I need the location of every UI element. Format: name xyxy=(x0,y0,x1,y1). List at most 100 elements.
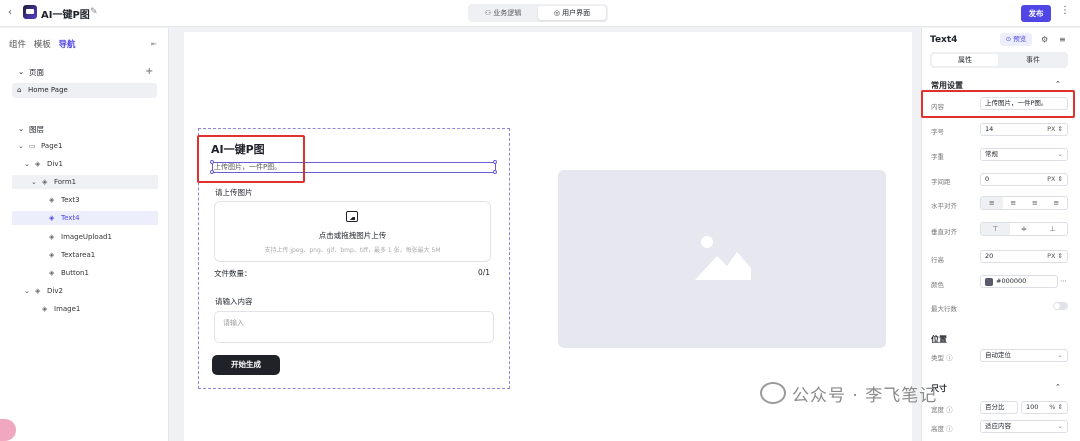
letter-spacing-input[interactable]: 0 PX ⇕ xyxy=(980,173,1068,186)
tree-item-label: Text3 xyxy=(61,196,80,204)
resize-handle[interactable] xyxy=(493,160,497,164)
width-input[interactable]: 100 % ⇕ xyxy=(1021,401,1068,414)
left-tabs: 组件 模板 导航 xyxy=(9,38,80,50)
content-input[interactable]: 上传图片，一件P图。 xyxy=(980,97,1068,110)
height-select[interactable]: 适应内容 ⌄ xyxy=(980,420,1068,433)
tree-item-label: Button1 xyxy=(61,269,89,277)
chevron-down-icon[interactable]: ⌄ xyxy=(24,157,30,171)
unit-px-label: PX xyxy=(1047,125,1056,133)
h-align-label: 水平对齐 xyxy=(931,202,957,210)
tree-item-page1[interactable]: ⌄ ▭ Page1 xyxy=(0,139,169,153)
panel-menu-icon[interactable]: ≡ xyxy=(1059,35,1066,44)
v-align-group: ⊤ ≑ ⊥ xyxy=(980,222,1068,236)
preview-label: 预览 xyxy=(1013,35,1027,43)
tree-item-text3[interactable]: ◈ Text3 xyxy=(0,193,169,207)
back-icon[interactable]: ‹ xyxy=(8,7,12,18)
tab-navigation[interactable]: 导航 xyxy=(58,40,75,50)
highlight-box xyxy=(197,135,305,183)
app-title: AI一键P图 xyxy=(41,10,90,21)
font-size-input[interactable]: 14 PX ⇕ xyxy=(980,123,1068,136)
collapse-panel-icon[interactable]: ⇤ xyxy=(151,40,157,48)
layer-icon: ◈ xyxy=(49,196,55,204)
align-top-icon[interactable]: ⊤ xyxy=(981,223,1010,235)
unit-px-label: PX xyxy=(1047,252,1056,260)
height-label: 高度 ⓘ xyxy=(931,423,953,433)
tree-item-imageupload1[interactable]: ◈ ImageUpload1 xyxy=(0,230,169,244)
chevron-down-icon: ⌄ xyxy=(1057,150,1063,158)
flow-icon: ⚇ xyxy=(484,9,494,17)
max-lines-label: 最大行数 xyxy=(931,305,957,313)
layer-icon: ◈ xyxy=(35,287,41,295)
position-type-text: 类型 xyxy=(931,354,944,362)
tab-events[interactable]: 事件 xyxy=(1000,54,1066,66)
textarea-label: 请输入内容 xyxy=(215,297,253,306)
tree-item-textarea1[interactable]: ◈ Textarea1 xyxy=(0,248,169,262)
info-icon: ⓘ xyxy=(946,425,953,433)
letter-spacing-value: 0 xyxy=(985,175,990,183)
letter-spacing-label: 字间距 xyxy=(931,178,951,186)
gear-icon[interactable]: ⚙ xyxy=(1041,35,1048,44)
tab-components[interactable]: 组件 xyxy=(9,40,26,50)
tab-business-logic[interactable]: ⚇ 业务逻辑 xyxy=(470,6,536,20)
pages-chevron-icon[interactable]: ⌄ xyxy=(18,67,24,76)
chevron-down-icon[interactable]: ⌄ xyxy=(31,175,37,189)
line-height-input[interactable]: 20 PX ⇕ xyxy=(980,250,1068,263)
content-textarea[interactable]: 请输入 xyxy=(214,311,494,343)
publish-button[interactable]: 发布 xyxy=(1021,5,1051,22)
height-text: 高度 xyxy=(931,425,944,433)
chevron-down-icon[interactable]: ⌄ xyxy=(24,284,30,298)
align-right-icon[interactable]: ≡ xyxy=(1024,197,1046,209)
tree-item-label: Image1 xyxy=(54,305,81,313)
tab-user-interface-label: 用户界面 xyxy=(562,9,591,17)
layers-chevron-icon[interactable]: ⌄ xyxy=(18,124,24,133)
position-type-select[interactable]: 自动定位 ⌄ xyxy=(980,349,1068,362)
color-label: 颜色 xyxy=(931,281,944,289)
tab-properties[interactable]: 属性 xyxy=(932,54,998,66)
generate-button[interactable]: 开始生成 xyxy=(212,355,280,375)
watermark-text: 公众号 · 李飞笔记 xyxy=(792,386,938,406)
align-bottom-icon[interactable]: ⊥ xyxy=(1038,223,1067,235)
tree-item-div2[interactable]: ⌄ ◈ Div2 xyxy=(0,284,169,298)
tab-templates[interactable]: 模板 xyxy=(34,40,51,50)
align-justify-icon[interactable]: ≡ xyxy=(1046,197,1068,209)
max-lines-toggle[interactable] xyxy=(1053,302,1068,310)
edit-title-icon[interactable]: ✎ xyxy=(90,7,98,17)
width-mode-select[interactable]: 百分比 xyxy=(980,401,1018,414)
file-count: 0/1 xyxy=(478,268,491,277)
layer-icon: ◈ xyxy=(49,214,55,222)
tree-item-button1[interactable]: ◈ Button1 xyxy=(0,266,169,280)
color-more-icon[interactable]: ⋯ xyxy=(1060,277,1067,285)
page-icon: ▭ xyxy=(29,142,36,150)
resize-handle[interactable] xyxy=(493,170,497,174)
layer-icon: ◈ xyxy=(49,269,55,277)
tree-item-image1[interactable]: ◈ Image1 xyxy=(0,302,169,316)
color-swatch[interactable] xyxy=(985,278,993,286)
preview-button[interactable]: ⊙ 预览 xyxy=(1000,33,1032,46)
chevron-down-icon[interactable]: ⌄ xyxy=(18,139,24,153)
align-left-icon[interactable]: ≡ xyxy=(981,197,1003,209)
unit-px: PX ⇕ xyxy=(1047,125,1063,133)
more-menu-icon[interactable]: ⋮ xyxy=(1060,5,1070,16)
height-value: 适应内容 xyxy=(985,422,1011,430)
unit-px: PX ⇕ xyxy=(1047,175,1063,183)
h-align-group: ≡ ≡ ≡ ≡ xyxy=(980,196,1068,210)
tab-user-interface[interactable]: ◎ 用户界面 xyxy=(538,6,606,20)
add-page-icon[interactable]: + xyxy=(145,66,153,77)
weight-label: 字重 xyxy=(931,153,944,161)
tree-item-label: ImageUpload1 xyxy=(61,233,112,241)
upload-title: 点击或拖拽图片上传 xyxy=(318,231,387,240)
weight-value: 常规 xyxy=(985,150,998,158)
line-height-value: 20 xyxy=(985,252,994,260)
chevron-down-icon: ⌄ xyxy=(1057,422,1063,430)
tree-item-div1[interactable]: ⌄ ◈ Div1 xyxy=(0,157,169,171)
weight-select[interactable]: 常规 ⌄ xyxy=(980,148,1068,161)
layer-icon: ◈ xyxy=(49,251,55,259)
upload-label: 请上传图片 xyxy=(215,188,253,197)
layer-icon: ◈ xyxy=(49,233,55,241)
tree-item-text4[interactable]: ◈ Text4 xyxy=(12,211,158,225)
tree-item-form1[interactable]: ⌄ ◈ Form1 xyxy=(12,175,158,189)
palette-icon: ◎ xyxy=(553,9,563,17)
align-middle-icon[interactable]: ≑ xyxy=(1010,223,1039,235)
page-item-home[interactable]: ⌂ Home Page xyxy=(12,83,157,98)
align-center-icon[interactable]: ≡ xyxy=(1003,197,1025,209)
